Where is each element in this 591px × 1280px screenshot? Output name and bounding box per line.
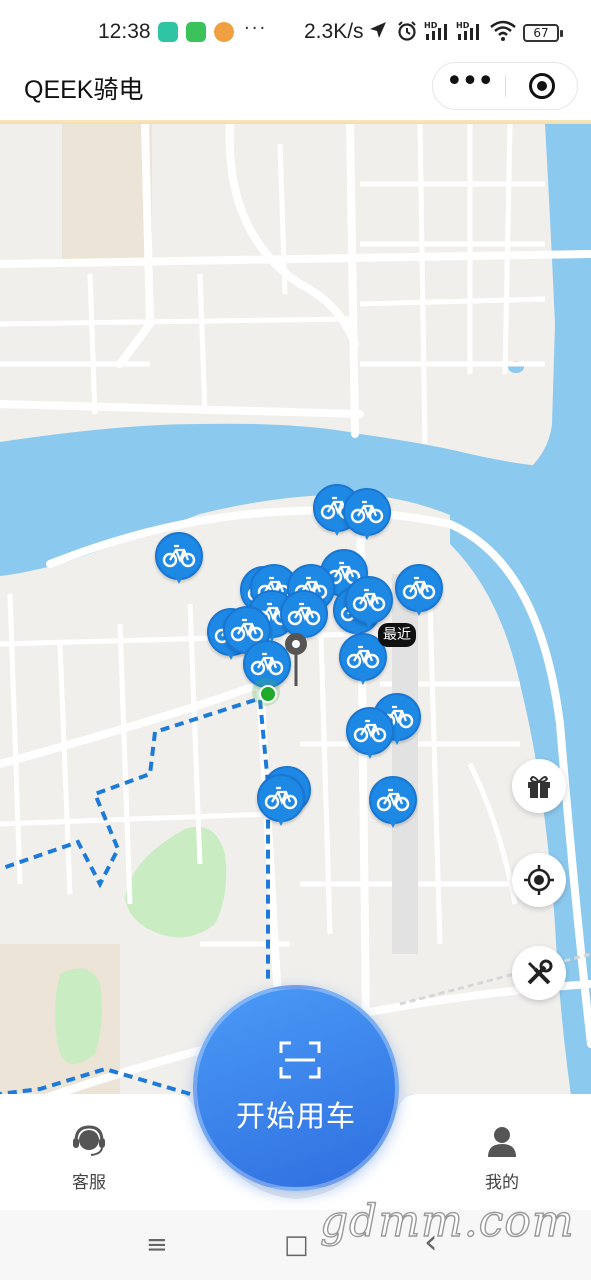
- user-location-dot: [252, 678, 280, 706]
- page-title: QEEK骑电: [24, 76, 144, 104]
- bike-marker[interactable]: [343, 488, 391, 546]
- crosshair-icon: [524, 865, 554, 895]
- bike-marker[interactable]: [346, 707, 394, 765]
- profile-tab[interactable]: 我的: [462, 1124, 542, 1193]
- profile-label: 我的: [485, 1173, 519, 1193]
- status-more-dots: ···: [244, 18, 268, 39]
- qq-icon: [214, 22, 234, 42]
- title-bar: QEEK骑电 •••: [0, 60, 591, 122]
- signal-hd-1-icon: HD: [424, 20, 452, 47]
- customer-service-label: 客服: [72, 1173, 106, 1193]
- person-icon: [488, 1127, 516, 1157]
- bike-marker[interactable]: [257, 774, 305, 832]
- center-location-marker: [285, 633, 307, 686]
- close-miniapp-button[interactable]: [529, 73, 555, 99]
- status-time: 12:38: [98, 20, 151, 43]
- capsule-divider: [505, 75, 506, 97]
- bike-marker[interactable]: [369, 776, 417, 834]
- menu-button[interactable]: ≡: [146, 1230, 168, 1260]
- wrench-screwdriver-icon: [527, 959, 553, 985]
- svg-text:HD: HD: [456, 21, 470, 30]
- navigation-app-icon: [158, 22, 178, 42]
- svg-text:HD: HD: [424, 21, 438, 30]
- nearest-bike-label: 最近: [378, 623, 416, 647]
- battery-icon: 67: [523, 24, 563, 42]
- start-ride-button[interactable]: 开始用车: [193, 985, 399, 1191]
- scan-icon: [279, 1041, 321, 1079]
- signal-hd-2-icon: HD: [456, 20, 484, 47]
- location-arrow-icon: [368, 20, 388, 45]
- locate-button[interactable]: [512, 853, 566, 907]
- wifi-icon: [490, 20, 516, 47]
- home-button[interactable]: □: [284, 1230, 309, 1260]
- miniapp-capsule: •••: [432, 62, 578, 110]
- app-screen: 12:38 ··· 2.3K/s HD HD 67 QEEK骑电 ••• 最近 …: [0, 0, 591, 1280]
- bike-marker[interactable]: [155, 532, 203, 590]
- start-ride-label: 开始用车: [235, 1099, 356, 1133]
- net-speed: 2.3K/s: [304, 20, 364, 43]
- bike-marker[interactable]: [395, 564, 443, 622]
- alarm-icon: [396, 20, 418, 47]
- repair-button[interactable]: [512, 946, 566, 1000]
- wechat-icon: [186, 22, 206, 42]
- gift-button[interactable]: [512, 759, 566, 813]
- customer-service-tab[interactable]: 客服: [49, 1124, 129, 1193]
- watermark: gdmm.com: [319, 1195, 575, 1247]
- headset-icon: [73, 1125, 105, 1156]
- more-menu-button[interactable]: •••: [433, 63, 505, 109]
- gift-icon: [528, 776, 550, 798]
- status-bar: 12:38 ··· 2.3K/s HD HD 67: [0, 0, 591, 60]
